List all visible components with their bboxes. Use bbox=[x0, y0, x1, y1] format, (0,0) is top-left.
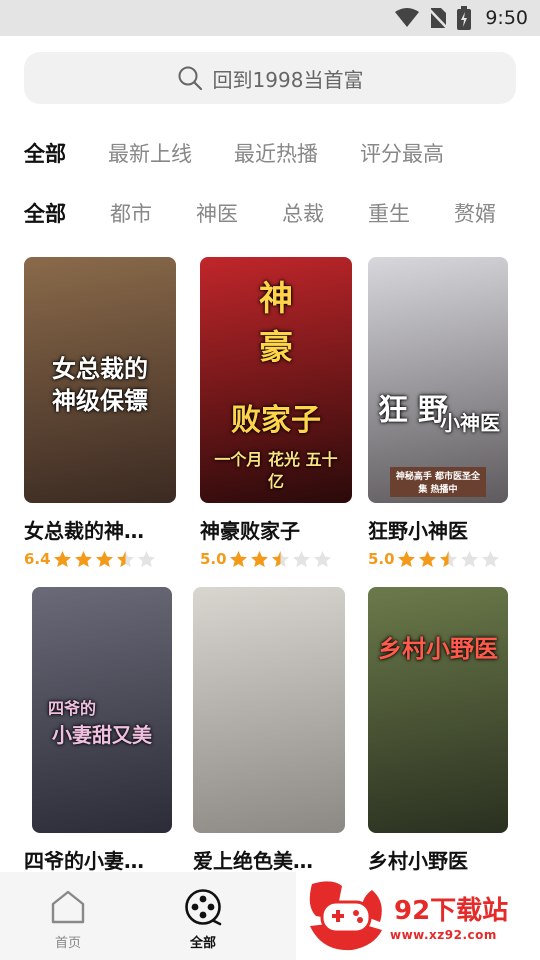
genre-tab-urban[interactable]: 都市 bbox=[110, 198, 152, 228]
card-title: 四爷的小妻… bbox=[24, 849, 144, 873]
status-bar: 9:50 bbox=[0, 0, 540, 36]
sort-tab-recent-hot[interactable]: 最近热播 bbox=[234, 138, 318, 168]
poster-title-text: 神豪 bbox=[259, 279, 333, 368]
genre-tab-son-in-law[interactable]: 赘婿 bbox=[454, 198, 496, 228]
poster-image: 四爷的 小妻甜又美 bbox=[32, 587, 172, 833]
star-icon bbox=[95, 551, 113, 567]
search-placeholder: 回到1998当首富 bbox=[212, 67, 364, 92]
card-title: 狂野小神医 bbox=[368, 519, 468, 543]
status-icons: 9:50 bbox=[395, 0, 528, 36]
poster-image bbox=[193, 587, 345, 833]
genre-tab-doctor[interactable]: 神医 bbox=[196, 198, 238, 228]
poster-title-text: 四爷的 bbox=[48, 699, 97, 718]
star-icon bbox=[418, 551, 436, 567]
film-reel-icon bbox=[185, 889, 222, 926]
poster-title-text: 败家子 bbox=[231, 403, 321, 438]
watermark: 92下载站 www.xz92.com bbox=[296, 872, 540, 960]
rating-value: 5.0 bbox=[200, 550, 227, 568]
poster-title-text: 神秘高手 都市医圣全集 热播中 bbox=[390, 467, 486, 497]
card-title: 神豪败家子 bbox=[200, 519, 300, 543]
watermark-url: www.xz92.com bbox=[390, 928, 497, 942]
sort-tab-newest[interactable]: 最新上线 bbox=[108, 138, 192, 168]
status-time: 9:50 bbox=[485, 7, 528, 29]
no-sim-icon bbox=[429, 8, 448, 29]
search-bar[interactable]: 回到1998当首富 bbox=[24, 52, 516, 104]
nav-home[interactable]: 首页 bbox=[28, 888, 108, 951]
genre-tab-rebirth[interactable]: 重生 bbox=[368, 198, 410, 228]
poster-title-text: 乡村小野医 bbox=[378, 634, 498, 663]
sort-tab-all[interactable]: 全部 bbox=[24, 138, 66, 168]
poster-image: 乡村小野医 bbox=[368, 587, 508, 833]
genre-tab-all[interactable]: 全部 bbox=[24, 198, 66, 228]
genre-tabs: 全部 都市 神医 总裁 重生 赘婿 bbox=[24, 193, 540, 233]
card-title: 女总裁的神… bbox=[24, 519, 144, 543]
card-title: 爱上绝色美… bbox=[193, 849, 313, 873]
rating-value: 6.4 bbox=[24, 550, 51, 568]
poster-title-text: 神级保镖 bbox=[52, 386, 148, 415]
rating-row: 5.0 bbox=[200, 548, 334, 570]
genre-tab-ceo[interactable]: 总裁 bbox=[282, 198, 324, 228]
star-icon bbox=[292, 551, 310, 567]
poster-title-text: 小神医 bbox=[440, 411, 500, 435]
gamepad-logo-icon bbox=[309, 881, 382, 951]
poster-image: 狂野 小神医 神秘高手 都市医圣全集 热播中 bbox=[368, 257, 508, 503]
star-icon bbox=[271, 551, 289, 567]
battery-icon bbox=[457, 6, 472, 30]
star-icon bbox=[53, 551, 71, 567]
home-icon bbox=[51, 890, 85, 924]
star-icon bbox=[439, 551, 457, 567]
rating-row: 6.4 bbox=[24, 548, 158, 570]
star-icon bbox=[116, 551, 134, 567]
star-icon bbox=[74, 551, 92, 567]
nav-all-label: 全部 bbox=[189, 936, 216, 951]
card-title: 乡村小野医 bbox=[368, 849, 468, 873]
watermark-title: 92下载站 bbox=[394, 896, 509, 926]
poster-image: 女总裁的 神级保镖 bbox=[24, 257, 176, 503]
sort-tabs: 全部 最新上线 最近热播 评分最高 bbox=[24, 133, 486, 173]
poster-title-text: 女总裁的 bbox=[52, 354, 148, 383]
search-icon bbox=[178, 66, 202, 91]
nav-home-label: 首页 bbox=[54, 936, 81, 951]
star-icon bbox=[229, 551, 247, 567]
poster-title-text: 小妻甜又美 bbox=[52, 723, 152, 747]
star-icon bbox=[460, 551, 478, 567]
sort-tab-top-rated[interactable]: 评分最高 bbox=[360, 138, 444, 168]
star-icon bbox=[397, 551, 415, 567]
star-icon bbox=[313, 551, 331, 567]
rating-value: 5.0 bbox=[368, 550, 395, 568]
star-icon bbox=[137, 551, 155, 567]
wifi-icon bbox=[395, 8, 420, 27]
rating-row: 5.0 bbox=[368, 548, 502, 570]
nav-all[interactable]: 全部 bbox=[163, 888, 243, 951]
star-icon bbox=[481, 551, 499, 567]
poster-title-text: 一个月 花光 五十亿 bbox=[214, 450, 338, 491]
star-icon bbox=[250, 551, 268, 567]
poster-image: 神豪 败家子 一个月 花光 五十亿 bbox=[200, 257, 352, 503]
